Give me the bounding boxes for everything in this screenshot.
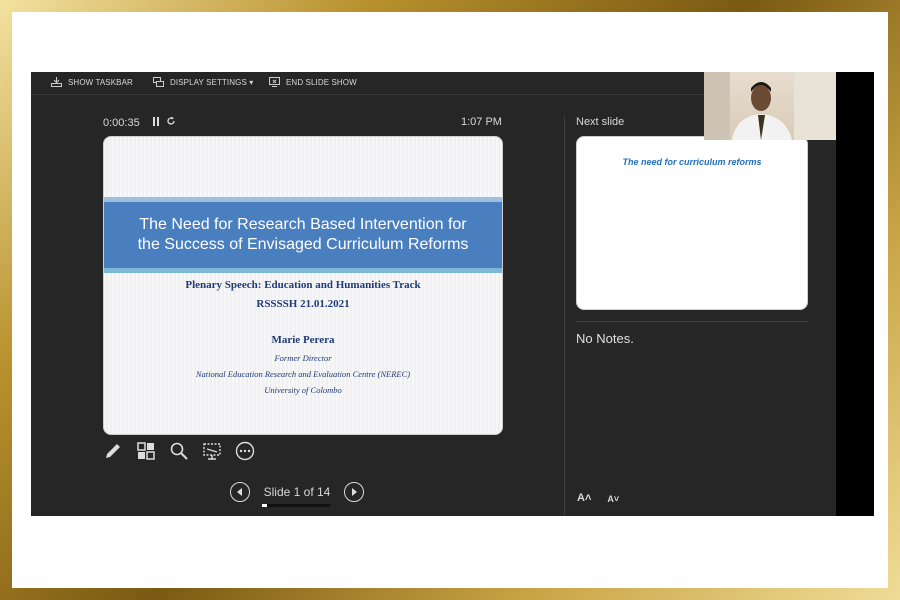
black-margin — [836, 72, 874, 516]
slide-subtitle: Plenary Speech: Education and Humanities… — [185, 279, 421, 291]
next-arrow-icon — [352, 488, 357, 496]
prev-arrow-icon — [237, 488, 242, 496]
decrease-font-button[interactable]: A˅ — [607, 492, 619, 504]
slide-title-line2: the Success of Envisaged Curriculum Refo… — [137, 236, 469, 253]
slide-accent-bar — [104, 268, 502, 273]
end-slide-show-button[interactable]: END SLIDE SHOW — [269, 77, 357, 87]
next-slide-preview[interactable]: The need for curriculum reforms — [576, 136, 808, 310]
pen-icon[interactable] — [103, 441, 123, 461]
display-icon — [153, 77, 164, 87]
slide-organization: National Education Research and Evaluati… — [195, 369, 411, 379]
font-size-controls: A˄ A˅ — [577, 492, 619, 504]
next-slide-title: The need for curriculum reforms — [622, 157, 762, 167]
show-taskbar-label: SHOW TASKBAR — [68, 77, 133, 87]
timer: 0:00:35 — [103, 116, 176, 129]
end-show-icon — [269, 77, 280, 87]
subtitle-icon[interactable] — [202, 441, 222, 461]
slide-author: Marie Perera — [271, 334, 335, 346]
increase-font-button[interactable]: A˄ — [577, 492, 591, 504]
grid-icon[interactable] — [136, 441, 156, 461]
slide-title: The Need for Research Based Intervention… — [104, 202, 502, 268]
speaker-notes: No Notes. — [576, 331, 634, 346]
show-taskbar-button[interactable]: SHOW TASKBAR — [51, 77, 133, 87]
elapsed-time: 0:00:35 — [103, 116, 140, 129]
zoom-icon[interactable] — [169, 441, 189, 461]
slide-conference: RSSSSH 21.01.2021 — [256, 298, 350, 310]
end-slide-show-label: END SLIDE SHOW — [286, 77, 357, 87]
slide-navigation: Slide 1 of 14 — [230, 482, 364, 507]
slide-counter: Slide 1 of 14 — [262, 485, 332, 507]
notes-divider — [576, 321, 808, 322]
slide-progress-fill — [262, 504, 267, 507]
slide-tools — [103, 441, 255, 461]
more-icon[interactable] — [235, 441, 255, 461]
current-slide: The Need for Research Based Intervention… — [103, 136, 503, 435]
prev-slide-button[interactable] — [230, 482, 250, 502]
slide-progress-bar — [262, 504, 330, 507]
taskbar-icon — [51, 77, 62, 87]
slide-counter-label: Slide 1 of 14 — [263, 485, 331, 499]
slide-university: University of Colombo — [264, 385, 342, 395]
pause-icon[interactable] — [152, 116, 160, 129]
next-slide-label: Next slide — [576, 116, 625, 128]
webcam-feed — [704, 72, 837, 140]
display-settings-label: DISPLAY SETTINGS ▾ — [170, 77, 254, 87]
slide-author-role: Former Director — [274, 353, 332, 363]
presenter-video-image — [704, 72, 837, 140]
reset-icon[interactable] — [166, 116, 176, 129]
display-settings-button[interactable]: DISPLAY SETTINGS ▾ — [153, 77, 253, 87]
next-slide-button[interactable] — [344, 482, 364, 502]
slide-title-line1: The Need for Research Based Intervention… — [139, 216, 467, 233]
pane-divider — [564, 116, 565, 516]
presenter-view: SHOW TASKBAR DISPLAY SETTINGS ▾ END SLID… — [31, 72, 874, 516]
clock: 1:07 PM — [461, 116, 502, 128]
